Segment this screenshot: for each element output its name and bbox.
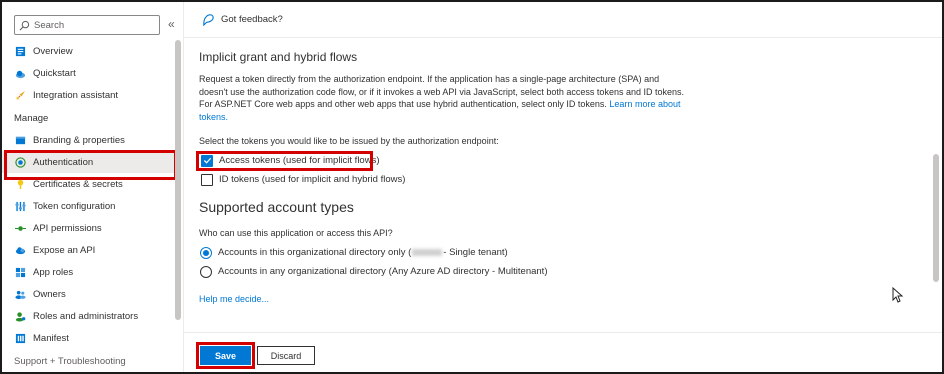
main-panel: Got feedback? Implicit grant and hybrid … bbox=[184, 2, 942, 372]
single-tenant-radio[interactable] bbox=[200, 246, 212, 259]
sidebar-item-label: Roles and administrators bbox=[33, 310, 139, 322]
token-config-icon bbox=[14, 200, 26, 212]
branding-icon bbox=[14, 134, 26, 146]
sidebar-item-label: Authentication bbox=[33, 156, 94, 168]
sidebar-item-branding[interactable]: Branding & properties bbox=[2, 129, 174, 151]
sidebar-item-label: API permissions bbox=[33, 222, 102, 234]
sidebar-item-integration-assistant[interactable]: Integration assistant bbox=[2, 84, 174, 106]
sidebar-item-app-roles[interactable]: App roles bbox=[2, 261, 174, 283]
owners-icon bbox=[14, 288, 26, 300]
sidebar-item-api-permissions[interactable]: API permissions bbox=[2, 217, 174, 239]
rocket-icon bbox=[14, 89, 26, 101]
account-types-heading: Supported account types bbox=[199, 199, 354, 215]
main-scrollbar[interactable] bbox=[931, 40, 941, 330]
help-me-decide-link[interactable]: Help me decide... bbox=[199, 294, 689, 304]
sidebar-item-label: App roles bbox=[33, 266, 74, 278]
sidebar-item-label: Integration assistant bbox=[33, 89, 119, 101]
main-scrollbar-thumb[interactable] bbox=[933, 154, 939, 282]
authentication-icon bbox=[14, 156, 26, 168]
id-tokens-label: ID tokens (used for implicit and hybrid … bbox=[219, 174, 406, 185]
token-select-prompt: Select the tokens you would like to be i… bbox=[199, 136, 499, 146]
sidebar-item-label: Token configuration bbox=[33, 200, 116, 212]
implicit-grant-heading: Implicit grant and hybrid flows bbox=[199, 50, 358, 64]
sidebar-scrollbar[interactable] bbox=[174, 40, 182, 372]
discard-button[interactable]: Discard bbox=[257, 346, 315, 365]
sidebar-item-overview[interactable]: Overview bbox=[2, 40, 174, 62]
sidebar: Search « Overview Quickstart Integration… bbox=[2, 2, 184, 372]
redacted-tenant-name bbox=[412, 249, 443, 256]
feedback-bar[interactable]: Got feedback? bbox=[184, 2, 942, 38]
implicit-grant-description: Request a token directly from the author… bbox=[199, 73, 685, 123]
cloud-icon bbox=[14, 244, 26, 256]
app-roles-icon bbox=[14, 266, 26, 278]
mouse-cursor-icon bbox=[892, 287, 904, 303]
sidebar-item-label: Manifest bbox=[33, 332, 69, 344]
sidebar-section-support: Support + Troubleshooting bbox=[14, 355, 126, 367]
sidebar-item-label: Certificates & secrets bbox=[33, 178, 123, 190]
sidebar-scrollbar-thumb[interactable] bbox=[175, 40, 181, 320]
api-permissions-icon bbox=[14, 222, 26, 234]
single-tenant-label-suffix: - Single tenant) bbox=[443, 247, 508, 258]
multi-tenant-radio[interactable] bbox=[200, 265, 212, 278]
key-icon bbox=[14, 178, 26, 190]
multi-tenant-row[interactable]: Accounts in any organizational directory… bbox=[199, 262, 689, 281]
manifest-icon bbox=[14, 332, 26, 344]
sidebar-item-label: Overview bbox=[33, 45, 73, 57]
quickstart-icon bbox=[14, 67, 26, 79]
multi-tenant-label: Accounts in any organizational directory… bbox=[218, 266, 548, 277]
access-tokens-row[interactable]: Access tokens (used for implicit flows) bbox=[196, 151, 689, 171]
overview-icon bbox=[14, 45, 26, 57]
app-frame: Search « Overview Quickstart Integration… bbox=[0, 0, 944, 374]
search-placeholder: Search bbox=[34, 19, 65, 31]
sidebar-item-authentication[interactable]: Authentication bbox=[2, 150, 177, 180]
search-box[interactable]: Search bbox=[14, 15, 160, 35]
access-tokens-highlight bbox=[196, 151, 373, 171]
sidebar-item-token-configuration[interactable]: Token configuration bbox=[2, 195, 174, 217]
single-tenant-label-prefix: Accounts in this organizational director… bbox=[218, 247, 412, 258]
auth-content: Implicit grant and hybrid flows Request … bbox=[196, 50, 689, 304]
sidebar-item-label: Expose an API bbox=[33, 244, 96, 256]
sidebar-item-owners[interactable]: Owners bbox=[2, 283, 174, 305]
sidebar-item-quickstart[interactable]: Quickstart bbox=[2, 62, 174, 84]
sidebar-item-expose-api[interactable]: Expose an API bbox=[2, 239, 174, 261]
roles-icon bbox=[14, 310, 26, 322]
single-tenant-row[interactable]: Accounts in this organizational director… bbox=[199, 243, 689, 262]
sidebar-item-label: Quickstart bbox=[33, 67, 76, 79]
feedback-label: Got feedback? bbox=[221, 14, 283, 25]
feedback-icon bbox=[203, 14, 214, 26]
manage-heading: Manage bbox=[14, 112, 49, 124]
sidebar-item-manifest[interactable]: Manifest bbox=[2, 327, 174, 349]
save-button[interactable]: Save bbox=[196, 342, 255, 369]
sidebar-item-label: Owners bbox=[33, 288, 66, 300]
account-types-prompt: Who can use this application or access t… bbox=[199, 228, 393, 238]
collapse-sidebar-button[interactable]: « bbox=[168, 17, 175, 31]
sidebar-item-label: Branding & properties bbox=[33, 134, 125, 146]
search-icon bbox=[19, 20, 30, 30]
id-tokens-row[interactable]: ID tokens (used for implicit and hybrid … bbox=[199, 170, 689, 189]
sidebar-nav: Overview Quickstart Integration assistan… bbox=[2, 40, 177, 372]
action-footer: Save Discard bbox=[184, 332, 942, 372]
id-tokens-checkbox[interactable] bbox=[201, 173, 213, 186]
sidebar-item-certificates[interactable]: Certificates & secrets bbox=[2, 173, 174, 195]
sidebar-item-roles-administrators[interactable]: Roles and administrators bbox=[2, 305, 174, 327]
